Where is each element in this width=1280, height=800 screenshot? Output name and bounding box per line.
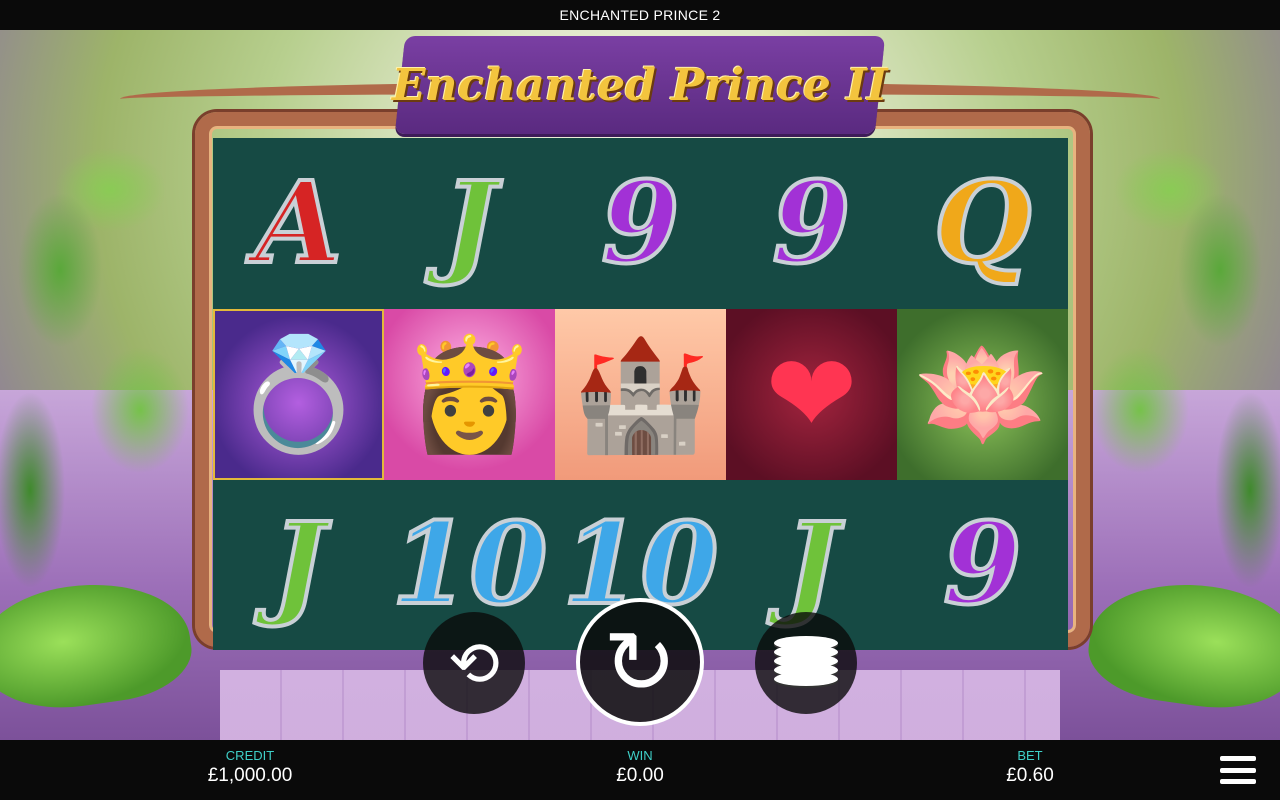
reel-cell: 9 — [897, 480, 1068, 650]
win-value: £0.00 — [616, 765, 664, 786]
heart-gem-icon: ❤ — [765, 332, 858, 456]
reel-cell: J — [213, 480, 384, 650]
win-display: WIN £0.00 — [540, 748, 740, 787]
lotus-symbol: 🪷 — [897, 309, 1068, 480]
symbol-a: A — [253, 157, 344, 289]
lotus-icon: 🪷 — [914, 332, 1051, 456]
reel-cell: J — [384, 138, 555, 309]
status-bar: CREDIT £1,000.00 WIN £0.00 BET £0.60 — [0, 740, 1280, 800]
symbol-9: 9 — [771, 157, 853, 289]
spin-icon: ↻ — [603, 612, 677, 712]
logo-text: Enchanted Prince II — [392, 59, 888, 111]
reel-grid: A J 9 9 Q 💍 👸 🏰 ❤ 🪷 J 10 10 J 9 — [213, 138, 1068, 650]
autoplay-icon: ⟲ — [448, 629, 500, 699]
princess-icon: 👸 — [401, 332, 538, 456]
credit-display: CREDIT £1,000.00 — [150, 748, 350, 787]
reel-cell: A — [213, 138, 384, 309]
ring-symbol: 💍 — [213, 309, 384, 480]
symbol-9: 9 — [942, 499, 1024, 630]
coin-stack-icon — [774, 635, 838, 686]
bet-label: BET — [1017, 748, 1043, 763]
spin-button[interactable]: ↻ — [576, 598, 704, 726]
reel-cell: 🪷 — [897, 309, 1068, 480]
autoplay-button[interactable]: ⟲ — [423, 612, 525, 714]
reel-cell: ❤ — [726, 309, 897, 480]
bet-value: £0.60 — [1006, 765, 1054, 786]
symbol-9: 9 — [600, 157, 682, 289]
ring-icon: 💍 — [230, 332, 367, 456]
reel-cell: 💍 — [213, 309, 384, 480]
reel-cell: 🏰 — [555, 309, 726, 480]
princess-symbol: 👸 — [384, 309, 555, 480]
win-label: WIN — [627, 748, 653, 763]
heart-gem-symbol: ❤ — [726, 309, 897, 480]
bet-button[interactable] — [755, 612, 857, 714]
symbol-j: J — [441, 157, 498, 289]
castle-icon: 🏰 — [572, 332, 709, 456]
symbol-j: J — [270, 499, 327, 630]
credit-value: £1,000.00 — [207, 765, 293, 786]
reel-cell: Q — [897, 138, 1068, 309]
castle-symbol: 🏰 — [555, 309, 726, 480]
symbol-j: J — [783, 499, 840, 630]
reel-cell: 9 — [726, 138, 897, 309]
credit-label: CREDIT — [225, 748, 275, 763]
reel-cell: 👸 — [384, 309, 555, 480]
bet-display: BET £0.60 — [930, 748, 1130, 787]
symbol-q: Q — [932, 157, 1034, 289]
reel-cell: 9 — [555, 138, 726, 309]
menu-icon[interactable] — [1220, 756, 1256, 784]
symbol-10: 10 — [390, 499, 550, 630]
game-logo: Enchanted Prince II — [392, 36, 888, 134]
game-title: ENCHANTED PRINCE 2 — [0, 0, 1280, 30]
